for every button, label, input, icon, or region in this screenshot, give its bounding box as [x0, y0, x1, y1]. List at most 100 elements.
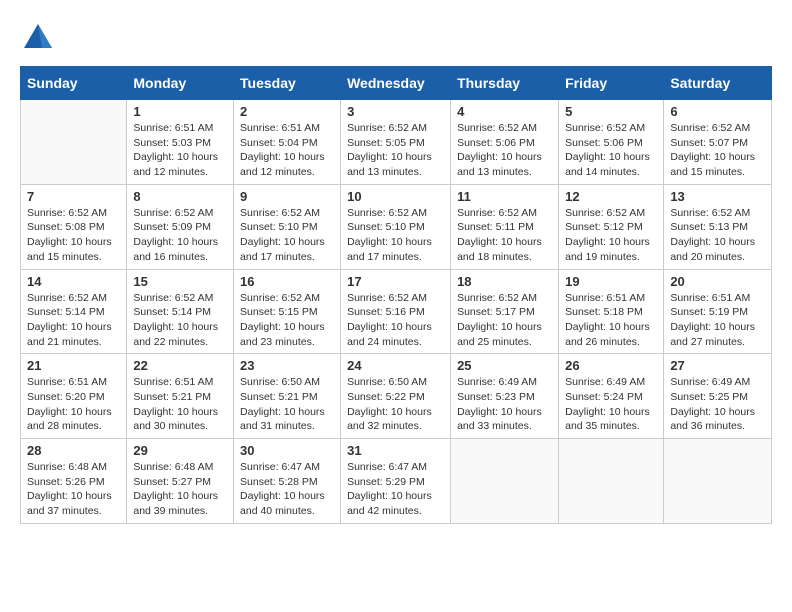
day-number: 26	[565, 358, 657, 373]
day-number: 30	[240, 443, 334, 458]
day-cell: 9Sunrise: 6:52 AM Sunset: 5:10 PM Daylig…	[234, 184, 341, 269]
day-cell: 15Sunrise: 6:52 AM Sunset: 5:14 PM Dayli…	[127, 269, 234, 354]
day-number: 16	[240, 274, 334, 289]
page-header	[20, 20, 772, 56]
day-info: Sunrise: 6:50 AM Sunset: 5:22 PM Dayligh…	[347, 375, 444, 434]
day-cell: 4 Sunrise: 6:52 AM Sunset: 5:06 PM Daylig…	[451, 100, 559, 185]
day-info: Sunrise: 6:52 AM Sunset: 5:15 PM Dayligh…	[240, 291, 334, 350]
day-cell: 8 Sunrise: 6:52 AM Sunset: 5:09 PM Daylig…	[127, 184, 234, 269]
day-number: 12	[565, 189, 657, 204]
day-info: Sunrise: 6:48 AM Sunset: 5:26 PM Dayligh…	[27, 460, 120, 519]
day-number: 24	[347, 358, 444, 373]
day-info: Sunrise: 6:51 AM Sunset: 5:21 PM Dayligh…	[133, 375, 227, 434]
day-cell: 11Sunrise: 6:52 AM Sunset: 5:11 PM Dayli…	[451, 184, 559, 269]
day-cell: 24 Sunrise: 6:50 AM Sunset: 5:22 PM Dayli…	[341, 354, 451, 439]
day-info: Sunrise: 6:52 AM Sunset: 5:05 PM Dayligh…	[347, 121, 444, 180]
day-number: 27	[670, 358, 765, 373]
day-number: 31	[347, 443, 444, 458]
day-cell: 22 Sunrise: 6:51 AM Sunset: 5:21 PM Dayli…	[127, 354, 234, 439]
day-number: 22	[133, 358, 227, 373]
logo	[20, 20, 62, 56]
day-number: 14	[27, 274, 120, 289]
day-info: Sunrise: 6:52 AM Sunset: 5:08 PM Dayligh…	[27, 206, 120, 265]
day-number: 8	[133, 189, 227, 204]
day-info: Sunrise: 6:52 AM Sunset: 5:14 PM Dayligh…	[27, 291, 120, 350]
day-info: Sunrise: 6:51 AM Sunset: 5:04 PM Dayligh…	[240, 121, 334, 180]
header-sunday: Sunday	[21, 67, 127, 100]
day-cell: 29Sunrise: 6:48 AM Sunset: 5:27 PM Dayli…	[127, 439, 234, 524]
day-number: 13	[670, 189, 765, 204]
day-number: 5	[565, 104, 657, 119]
day-info: Sunrise: 6:52 AM Sunset: 5:10 PM Dayligh…	[240, 206, 334, 265]
day-cell: 19 Sunrise: 6:51 AM Sunset: 5:18 PM Dayli…	[559, 269, 664, 354]
day-number: 25	[457, 358, 552, 373]
day-info: Sunrise: 6:52 AM Sunset: 5:06 PM Dayligh…	[565, 121, 657, 180]
day-info: Sunrise: 6:48 AM Sunset: 5:27 PM Dayligh…	[133, 460, 227, 519]
day-info: Sunrise: 6:47 AM Sunset: 5:28 PM Dayligh…	[240, 460, 334, 519]
day-info: Sunrise: 6:51 AM Sunset: 5:19 PM Dayligh…	[670, 291, 765, 350]
week-row-2: 7 Sunrise: 6:52 AM Sunset: 5:08 PM Daylig…	[21, 184, 772, 269]
day-number: 6	[670, 104, 765, 119]
day-cell: 21 Sunrise: 6:51 AM Sunset: 5:20 PM Dayli…	[21, 354, 127, 439]
day-number: 7	[27, 189, 120, 204]
day-cell	[451, 439, 559, 524]
day-cell	[21, 100, 127, 185]
day-cell	[559, 439, 664, 524]
day-number: 20	[670, 274, 765, 289]
day-cell: 2 Sunrise: 6:51 AM Sunset: 5:04 PM Daylig…	[234, 100, 341, 185]
header-wednesday: Wednesday	[341, 67, 451, 100]
day-info: Sunrise: 6:47 AM Sunset: 5:29 PM Dayligh…	[347, 460, 444, 519]
header-friday: Friday	[559, 67, 664, 100]
day-number: 1	[133, 104, 227, 119]
day-info: Sunrise: 6:49 AM Sunset: 5:23 PM Dayligh…	[457, 375, 552, 434]
day-cell	[664, 439, 772, 524]
day-info: Sunrise: 6:49 AM Sunset: 5:25 PM Dayligh…	[670, 375, 765, 434]
day-cell: 14 Sunrise: 6:52 AM Sunset: 5:14 PM Dayli…	[21, 269, 127, 354]
day-cell: 18Sunrise: 6:52 AM Sunset: 5:17 PM Dayli…	[451, 269, 559, 354]
day-cell: 31 Sunrise: 6:47 AM Sunset: 5:29 PM Dayli…	[341, 439, 451, 524]
day-cell: 16 Sunrise: 6:52 AM Sunset: 5:15 PM Dayli…	[234, 269, 341, 354]
week-row-3: 14 Sunrise: 6:52 AM Sunset: 5:14 PM Dayli…	[21, 269, 772, 354]
day-cell: 28 Sunrise: 6:48 AM Sunset: 5:26 PM Dayli…	[21, 439, 127, 524]
day-info: Sunrise: 6:52 AM Sunset: 5:12 PM Dayligh…	[565, 206, 657, 265]
day-cell: 26 Sunrise: 6:49 AM Sunset: 5:24 PM Dayli…	[559, 354, 664, 439]
day-cell: 20 Sunrise: 6:51 AM Sunset: 5:19 PM Dayli…	[664, 269, 772, 354]
day-info: Sunrise: 6:49 AM Sunset: 5:24 PM Dayligh…	[565, 375, 657, 434]
day-number: 18	[457, 274, 552, 289]
day-number: 10	[347, 189, 444, 204]
day-number: 28	[27, 443, 120, 458]
header-row: SundayMondayTuesdayWednesdayThursdayFrid…	[21, 67, 772, 100]
day-info: Sunrise: 6:52 AM Sunset: 5:10 PM Dayligh…	[347, 206, 444, 265]
day-number: 2	[240, 104, 334, 119]
day-info: Sunrise: 6:51 AM Sunset: 5:03 PM Dayligh…	[133, 121, 227, 180]
header-monday: Monday	[127, 67, 234, 100]
day-info: Sunrise: 6:51 AM Sunset: 5:18 PM Dayligh…	[565, 291, 657, 350]
calendar-table: SundayMondayTuesdayWednesdayThursdayFrid…	[20, 66, 772, 524]
day-info: Sunrise: 6:52 AM Sunset: 5:06 PM Dayligh…	[457, 121, 552, 180]
header-saturday: Saturday	[664, 67, 772, 100]
day-number: 3	[347, 104, 444, 119]
day-info: Sunrise: 6:52 AM Sunset: 5:14 PM Dayligh…	[133, 291, 227, 350]
day-info: Sunrise: 6:51 AM Sunset: 5:20 PM Dayligh…	[27, 375, 120, 434]
week-row-4: 21 Sunrise: 6:51 AM Sunset: 5:20 PM Dayli…	[21, 354, 772, 439]
day-info: Sunrise: 6:52 AM Sunset: 5:09 PM Dayligh…	[133, 206, 227, 265]
day-number: 23	[240, 358, 334, 373]
day-info: Sunrise: 6:50 AM Sunset: 5:21 PM Dayligh…	[240, 375, 334, 434]
day-cell: 1 Sunrise: 6:51 AM Sunset: 5:03 PM Daylig…	[127, 100, 234, 185]
day-cell: 25 Sunrise: 6:49 AM Sunset: 5:23 PM Dayli…	[451, 354, 559, 439]
day-cell: 12 Sunrise: 6:52 AM Sunset: 5:12 PM Dayli…	[559, 184, 664, 269]
week-row-1: 1 Sunrise: 6:51 AM Sunset: 5:03 PM Daylig…	[21, 100, 772, 185]
day-cell: 5 Sunrise: 6:52 AM Sunset: 5:06 PM Daylig…	[559, 100, 664, 185]
week-row-5: 28 Sunrise: 6:48 AM Sunset: 5:26 PM Dayli…	[21, 439, 772, 524]
day-cell: 23 Sunrise: 6:50 AM Sunset: 5:21 PM Dayli…	[234, 354, 341, 439]
header-tuesday: Tuesday	[234, 67, 341, 100]
day-number: 11	[457, 189, 552, 204]
day-number: 21	[27, 358, 120, 373]
header-thursday: Thursday	[451, 67, 559, 100]
logo-icon	[20, 20, 56, 56]
day-cell: 17Sunrise: 6:52 AM Sunset: 5:16 PM Dayli…	[341, 269, 451, 354]
day-cell: 3 Sunrise: 6:52 AM Sunset: 5:05 PM Daylig…	[341, 100, 451, 185]
day-info: Sunrise: 6:52 AM Sunset: 5:13 PM Dayligh…	[670, 206, 765, 265]
day-number: 4	[457, 104, 552, 119]
day-number: 19	[565, 274, 657, 289]
